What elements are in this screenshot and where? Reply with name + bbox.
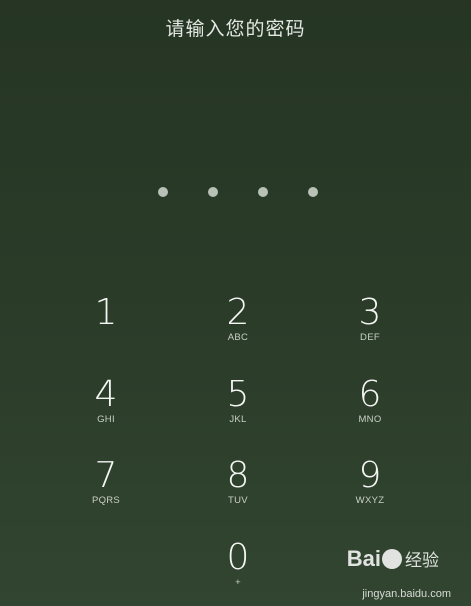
pin-dot <box>158 187 168 197</box>
pin-dots <box>0 187 471 199</box>
baidu-jingyan-watermark: Bai 经验 jingyan.baidu.com <box>335 546 465 602</box>
keypad-key-3[interactable]: 3 DEF <box>315 292 425 364</box>
pin-dot <box>208 187 218 197</box>
key-letters: WXYZ <box>355 495 385 506</box>
keypad-key-7[interactable]: 7 PQRS <box>51 455 161 527</box>
keypad-key-5[interactable]: 5 JKL <box>183 374 293 446</box>
key-digit: 1 <box>94 292 118 333</box>
baidu-logo: Bai 经验 <box>347 546 439 572</box>
logo-text: Bai <box>346 546 381 571</box>
pin-dot <box>308 187 318 197</box>
keypad-key-2[interactable]: 2 ABC <box>183 292 293 364</box>
pin-dot <box>258 187 268 197</box>
key-digit: 0 <box>226 537 250 578</box>
key-letters: GHI <box>97 414 115 425</box>
password-prompt: 请输入您的密码 <box>165 18 306 40</box>
key-digit: 5 <box>226 374 250 415</box>
keypad-key-8[interactable]: 8 TUV <box>183 455 293 527</box>
key-digit: 3 <box>358 292 382 333</box>
keypad-key-1[interactable]: 1 <box>51 292 161 364</box>
key-letters: + <box>235 577 241 588</box>
lock-screen: 请输入您的密码 1 2 ABC 3 DEF 4 GHI 5 JKL 6 MNO … <box>0 0 471 606</box>
key-digit: 8 <box>226 455 250 496</box>
watermark-url: jingyan.baidu.com <box>362 588 451 600</box>
key-digit: 4 <box>94 374 118 415</box>
key-digit: 9 <box>358 455 382 496</box>
key-letters: PQRS <box>91 495 121 506</box>
key-letters: TUV <box>228 495 248 506</box>
key-letters: ABC <box>227 332 249 343</box>
keypad-key-6[interactable]: 6 MNO <box>315 374 425 446</box>
key-digit: 7 <box>94 455 118 496</box>
keypad-key-0[interactable]: 0 + <box>183 537 293 606</box>
key-digit: 2 <box>226 292 250 333</box>
key-letters: JKL <box>229 414 247 425</box>
keypad-key-9[interactable]: 9 WXYZ <box>315 455 425 527</box>
key-letters: MNO <box>358 414 382 425</box>
key-digit: 6 <box>358 374 382 415</box>
paw-icon <box>382 549 402 569</box>
keypad-key-4[interactable]: 4 GHI <box>51 374 161 446</box>
key-letters: DEF <box>360 332 380 343</box>
logo-subtext: 经验 <box>405 551 439 571</box>
